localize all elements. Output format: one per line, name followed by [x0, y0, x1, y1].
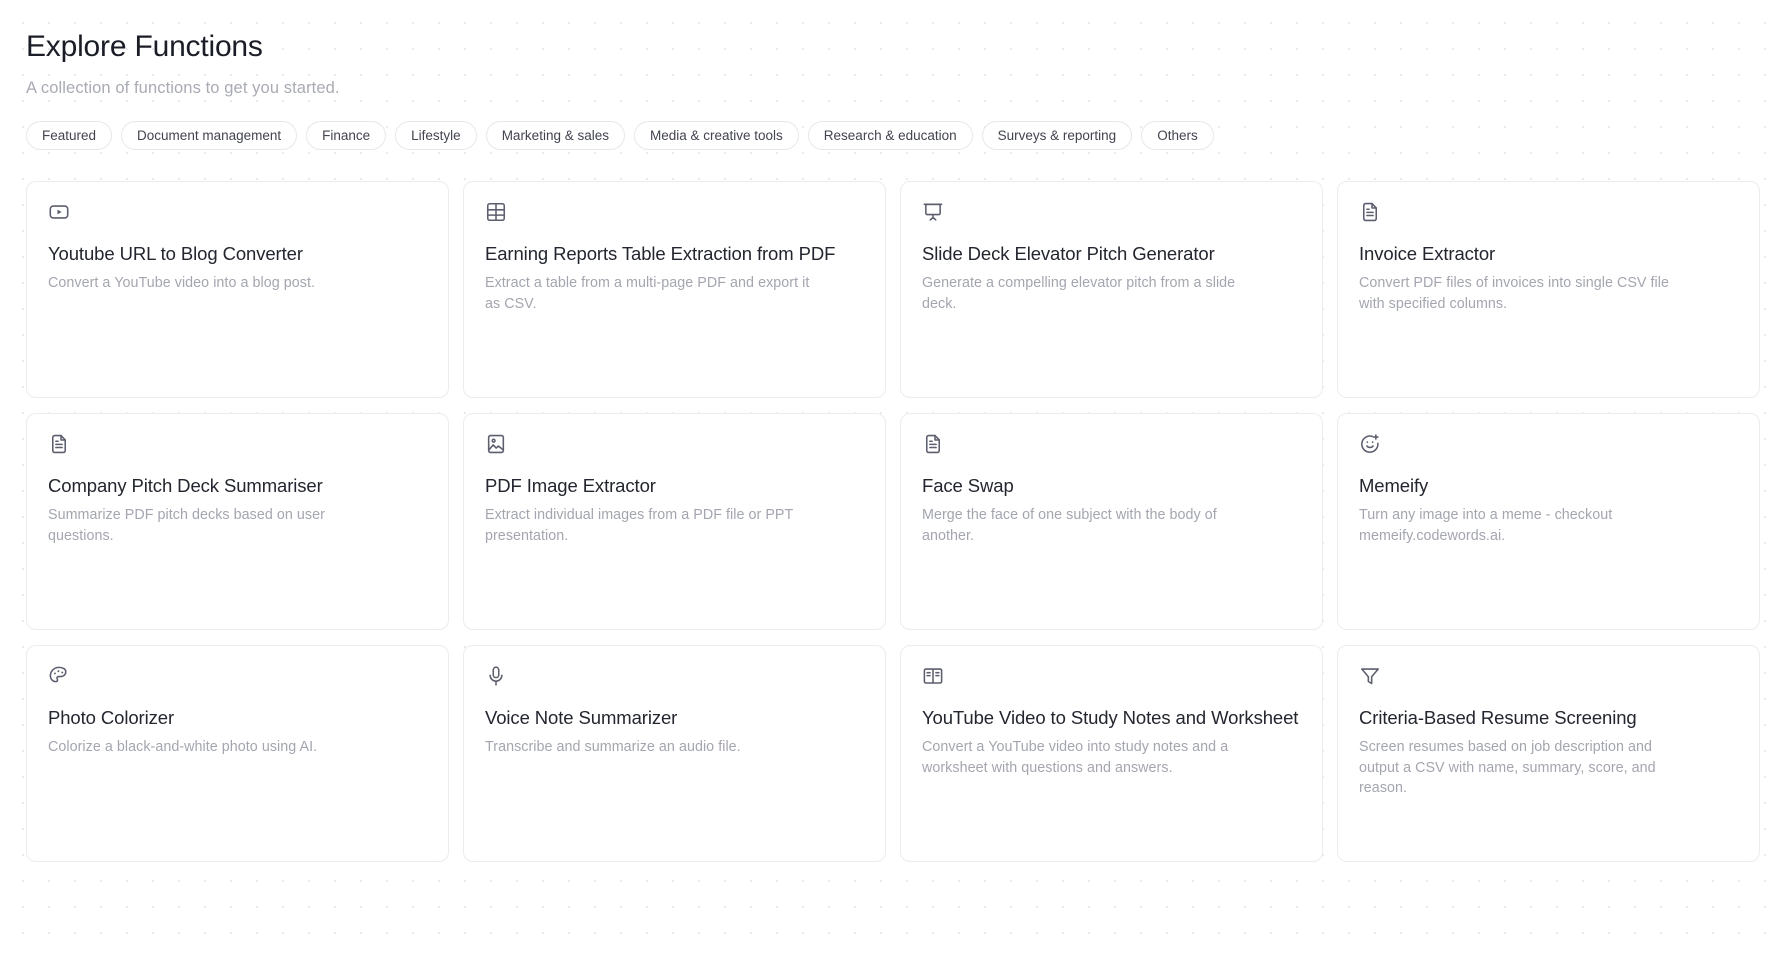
function-card-title: Slide Deck Elevator Pitch Generator — [922, 243, 1215, 264]
filter-pill-finance[interactable]: Finance — [306, 121, 387, 150]
function-card-description: Extract individual images from a PDF fil… — [485, 507, 794, 544]
function-card-description: Turn any image into a meme - checkout me… — [1359, 507, 1613, 544]
function-card-description: Merge the face of one subject with the b… — [922, 507, 1217, 544]
palette-icon — [48, 665, 70, 687]
function-card[interactable]: Slide Deck Elevator Pitch Generator Gener… — [900, 181, 1323, 398]
filter-pill-media-creative-tools[interactable]: Media & creative tools — [633, 121, 799, 150]
filter-pill-document-management[interactable]: Document management — [121, 121, 298, 150]
function-card[interactable]: Voice Note Summarizer Transcribe and summ… — [463, 645, 886, 862]
function-card-title: Face Swap — [922, 475, 1014, 496]
function-card-title: Memeify — [1359, 475, 1429, 496]
function-card[interactable]: Face Swap Merge the face of one subject w… — [900, 413, 1323, 630]
page-header: Explore Functions A collection of functi… — [0, 28, 1786, 99]
function-card-description: Convert a YouTube video into a blog post… — [48, 275, 315, 291]
function-card-title: Invoice Extractor — [1359, 243, 1496, 264]
document-text-icon — [48, 433, 70, 455]
youtube-play-icon — [48, 201, 70, 223]
image-file-icon — [485, 433, 507, 455]
function-card-description: Convert a YouTube video into study notes… — [922, 739, 1229, 776]
category-filter-bar: Featured Document management Finance Lifest… — [0, 121, 1786, 150]
function-card-title: YouTube Video to Study Notes and Workshe… — [922, 707, 1299, 728]
explore-functions-page: Explore Functions A collection of functi… — [0, 0, 1786, 958]
smiley-plus-icon — [1359, 433, 1381, 455]
page-subtitle: A collection of functions to get you sta… — [26, 79, 340, 97]
filter-pill-research-education[interactable]: Research & education — [807, 121, 973, 150]
filter-pill-surveys-reporting[interactable]: Surveys & reporting — [981, 121, 1133, 150]
function-card[interactable]: Photo Colorizer Colorize a black-and-whit… — [26, 645, 449, 862]
function-card-grid: Youtube URL to Blog Converter Convert a Y… — [0, 181, 1786, 862]
function-card-title: PDF Image Extractor — [485, 475, 656, 496]
function-card-description: Extract a table from a multi-page PDF an… — [485, 275, 810, 312]
filter-pill-lifestyle[interactable]: Lifestyle — [395, 121, 477, 150]
microphone-icon — [485, 665, 507, 687]
function-card-description: Colorize a black-and-white photo using A… — [48, 739, 318, 755]
funnel-filter-icon — [1359, 665, 1381, 687]
function-card-title: Earning Reports Table Extraction from PD… — [485, 243, 836, 264]
filter-pill-marketing-sales[interactable]: Marketing & sales — [485, 121, 625, 150]
function-card-description: Generate a compelling elevator pitch fro… — [922, 275, 1236, 312]
function-card-description: Screen resumes based on job description … — [1359, 739, 1656, 796]
page-title: Explore Functions — [26, 30, 263, 63]
function-card[interactable]: Company Pitch Deck Summariser Summarize P… — [26, 413, 449, 630]
function-card[interactable]: Criteria-Based Resume Screening Screen re… — [1337, 645, 1760, 862]
function-card[interactable]: YouTube Video to Study Notes and Workshe… — [900, 645, 1323, 862]
document-text-icon — [922, 433, 944, 455]
function-card-description: Transcribe and summarize an audio file. — [485, 739, 741, 755]
table-grid-icon — [485, 201, 507, 223]
function-card-description: Convert PDF files of invoices into singl… — [1359, 275, 1670, 312]
presentation-screen-icon — [922, 201, 944, 223]
function-card-title: Criteria-Based Resume Screening — [1359, 707, 1637, 728]
function-card[interactable]: Youtube URL to Blog Converter Convert a Y… — [26, 181, 449, 398]
filter-pill-others[interactable]: Others — [1141, 121, 1214, 150]
function-card-description: Summarize PDF pitch decks based on user … — [48, 507, 325, 544]
function-card[interactable]: Memeify Turn any image into a meme - chec… — [1337, 413, 1760, 630]
function-card-title: Company Pitch Deck Summariser — [48, 475, 323, 496]
function-card[interactable]: Invoice Extractor Convert PDF files of in… — [1337, 181, 1760, 398]
function-card[interactable]: PDF Image Extractor Extract individual im… — [463, 413, 886, 630]
filter-pill-featured[interactable]: Featured — [26, 121, 113, 150]
function-card-title: Photo Colorizer — [48, 707, 175, 728]
document-text-icon — [1359, 201, 1381, 223]
function-card-title: Voice Note Summarizer — [485, 707, 678, 728]
function-card[interactable]: Earning Reports Table Extraction from PD… — [463, 181, 886, 398]
open-book-icon — [922, 665, 944, 687]
function-card-title: Youtube URL to Blog Converter — [48, 243, 303, 264]
